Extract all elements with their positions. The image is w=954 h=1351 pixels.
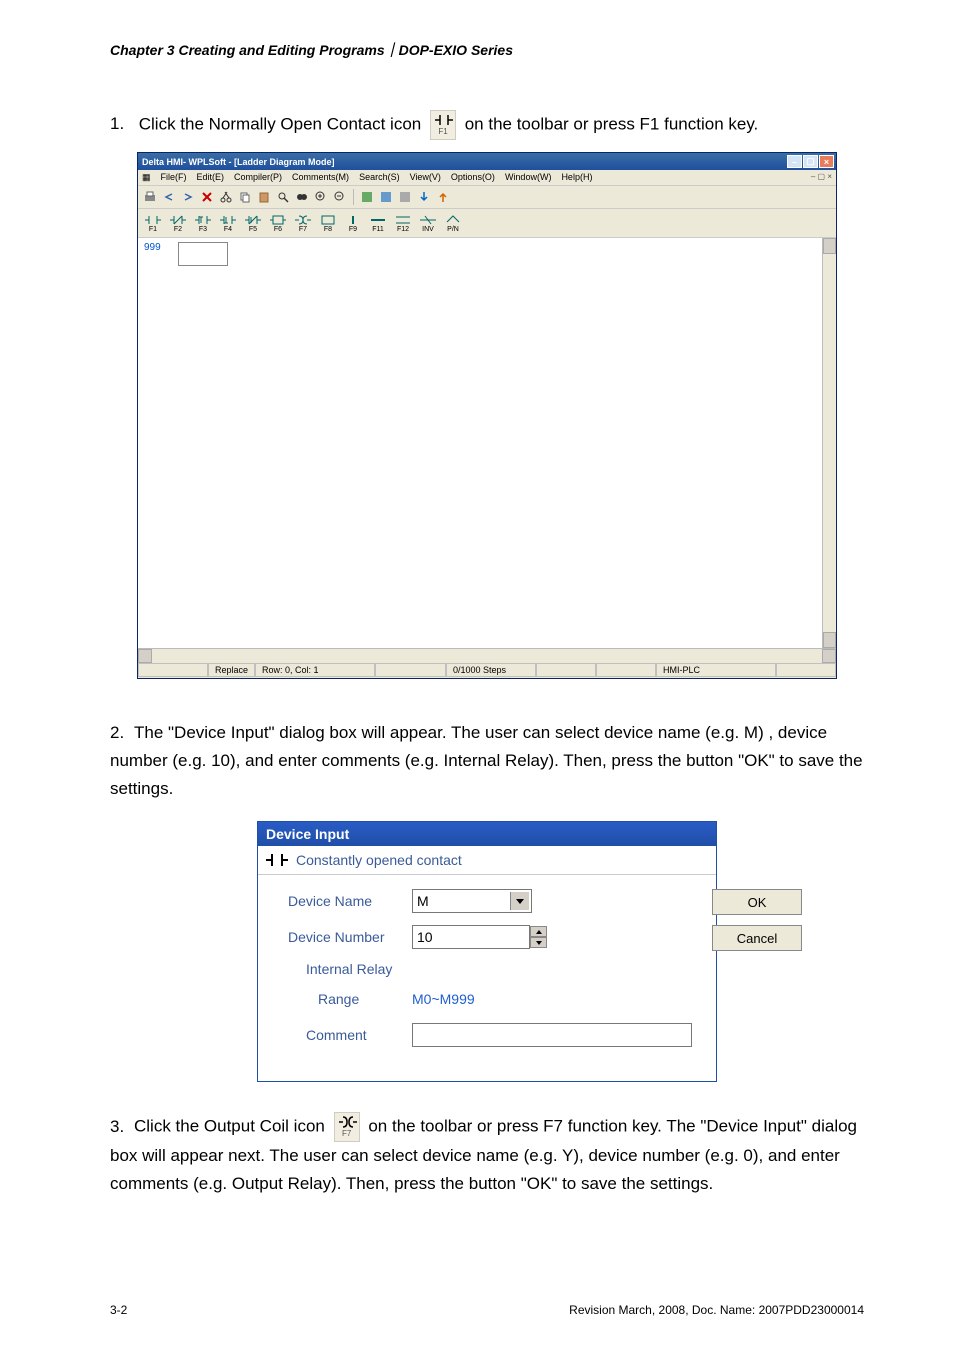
toolbar-ladder: F1 F2 F3 F4 F5 F6 F7 F8 F9 F11 F12 INV P… <box>138 209 836 238</box>
toolbar-main <box>138 186 836 209</box>
delete-icon[interactable] <box>199 189 215 205</box>
menu-options[interactable]: Options(O) <box>451 172 495 183</box>
doc-icon: ▦ <box>142 172 151 183</box>
ladder-f8-icon[interactable]: F8 <box>317 212 339 234</box>
device-input-dialog: Device Input Constantly opened contact D… <box>257 821 717 1082</box>
menu-window[interactable]: Window(W) <box>505 172 552 183</box>
step-2-text: The "Device Input" dialog box will appea… <box>110 723 863 798</box>
device-name-label: Device Name <box>288 893 398 909</box>
menu-file[interactable]: File(F) <box>161 172 187 183</box>
down-icon[interactable] <box>416 189 432 205</box>
cut-icon[interactable] <box>218 189 234 205</box>
compile-icon[interactable] <box>359 189 375 205</box>
ladder-f5-icon[interactable]: F5 <box>242 212 264 234</box>
maximize-button[interactable]: ▢ <box>803 155 818 168</box>
contact-symbol-icon <box>266 852 288 868</box>
dialog-subtitle-row: Constantly opened contact <box>258 846 716 875</box>
status-steps: 0/1000 Steps <box>446 663 536 677</box>
range-value: M0~M999 <box>412 991 475 1007</box>
step-3-num: 3. <box>110 1113 134 1141</box>
menu-compiler[interactable]: Compiler(P) <box>234 172 282 183</box>
menu-search[interactable]: Search(S) <box>359 172 400 183</box>
step-1: 1. Click the Normally Open Contact icon … <box>110 110 864 140</box>
spinner-icon[interactable] <box>530 926 547 948</box>
hscroll-left-icon[interactable] <box>138 649 152 663</box>
menu-view[interactable]: View(V) <box>410 172 441 183</box>
ladder-f1-icon[interactable]: F1 <box>142 212 164 234</box>
ladder-pn-icon[interactable]: P/N <box>442 212 464 234</box>
ladder-cell[interactable] <box>178 242 228 266</box>
step-1-num: 1. <box>110 110 134 138</box>
menu-comments[interactable]: Comments(M) <box>292 172 349 183</box>
output-coil-icon[interactable]: F7 <box>334 1112 360 1142</box>
vertical-scrollbar[interactable] <box>822 238 836 648</box>
dialog-subtitle: Constantly opened contact <box>296 852 462 868</box>
step-1-text-a: Click the Normally Open Contact icon <box>139 114 422 133</box>
range-label: Range <box>288 991 398 1007</box>
page-header: Chapter 3 Creating and Editing Programs｜… <box>110 40 864 60</box>
up-icon[interactable] <box>435 189 451 205</box>
chevron-down-icon <box>516 899 524 904</box>
sim-icon[interactable] <box>397 189 413 205</box>
ladder-f12-icon[interactable]: F12 <box>392 212 414 234</box>
ladder-f11-icon[interactable]: F11 <box>367 212 389 234</box>
window-title: Delta HMI- WPLSoft - [Ladder Diagram Mod… <box>142 157 787 167</box>
status-replace: Replace <box>208 663 255 677</box>
status-rowcol: Row: 0, Col: 1 <box>255 663 375 677</box>
print-icon[interactable] <box>142 189 158 205</box>
binoc-icon[interactable] <box>294 189 310 205</box>
statusbar: Replace Row: 0, Col: 1 0/1000 Steps HMI-… <box>138 662 836 678</box>
zoom-out-icon[interactable] <box>332 189 348 205</box>
code-icon[interactable] <box>378 189 394 205</box>
copy-icon[interactable] <box>237 189 253 205</box>
inner-window-controls[interactable]: – ▢ × <box>811 172 832 183</box>
normally-open-contact-icon[interactable]: F1 <box>430 110 456 140</box>
device-number-label: Device Number <box>288 929 398 945</box>
ladder-f3-icon[interactable]: F3 <box>192 212 214 234</box>
row-number: 999 <box>144 242 161 253</box>
ladder-f9-icon[interactable]: F9 <box>342 212 364 234</box>
step-3-text-a: Click the Output Coil icon <box>134 1117 325 1136</box>
step-2-num: 2. <box>110 719 134 747</box>
minimize-button[interactable]: – <box>787 155 802 168</box>
menu-help[interactable]: Help(H) <box>561 172 592 183</box>
horizontal-scrollbar[interactable] <box>138 648 836 662</box>
f7-label: F7 <box>335 1127 359 1140</box>
ok-button[interactable]: OK <box>712 889 802 915</box>
ladder-f6-icon[interactable]: F6 <box>267 212 289 234</box>
revision-info: Revision March, 2008, Doc. Name: 2007PDD… <box>569 1303 864 1317</box>
paste-icon[interactable] <box>256 189 272 205</box>
f1-label: F1 <box>431 125 455 138</box>
ladder-canvas[interactable]: 999 <box>138 238 836 648</box>
internal-relay-label: Internal Relay <box>288 961 692 977</box>
undo-icon[interactable] <box>161 189 177 205</box>
redo-icon[interactable] <box>180 189 196 205</box>
device-number-input[interactable]: 10 <box>412 925 530 949</box>
wplsoft-window: Delta HMI- WPLSoft - [Ladder Diagram Mod… <box>137 152 837 679</box>
find-icon[interactable] <box>275 189 291 205</box>
ladder-f2-icon[interactable]: F2 <box>167 212 189 234</box>
menubar: ▦ File(F) Edit(E) Compiler(P) Comments(M… <box>138 170 836 186</box>
hscroll-right-icon[interactable] <box>822 649 836 663</box>
status-hmi: HMI-PLC <box>656 663 776 677</box>
ladder-f4-icon[interactable]: F4 <box>217 212 239 234</box>
page-footer: 3-2 Revision March, 2008, Doc. Name: 200… <box>110 1303 864 1317</box>
titlebar: Delta HMI- WPLSoft - [Ladder Diagram Mod… <box>138 153 836 170</box>
dialog-title: Device Input <box>258 822 716 846</box>
step-1-text-b: on the toolbar or press F1 function key. <box>465 114 759 133</box>
page-number: 3-2 <box>110 1303 127 1317</box>
zoom-in-icon[interactable] <box>313 189 329 205</box>
cancel-button[interactable]: Cancel <box>712 925 802 951</box>
step-2: 2.The "Device Input" dialog box will app… <box>110 719 864 803</box>
comment-label: Comment <box>288 1027 398 1043</box>
close-button[interactable]: × <box>819 155 834 168</box>
comment-input[interactable] <box>412 1023 692 1047</box>
menu-edit[interactable]: Edit(E) <box>197 172 225 183</box>
step-3: 3.Click the Output Coil icon F7 on the t… <box>110 1112 864 1198</box>
ladder-inv-icon[interactable]: INV <box>417 212 439 234</box>
device-name-select[interactable]: M <box>412 889 532 913</box>
ladder-f7-icon[interactable]: F7 <box>292 212 314 234</box>
